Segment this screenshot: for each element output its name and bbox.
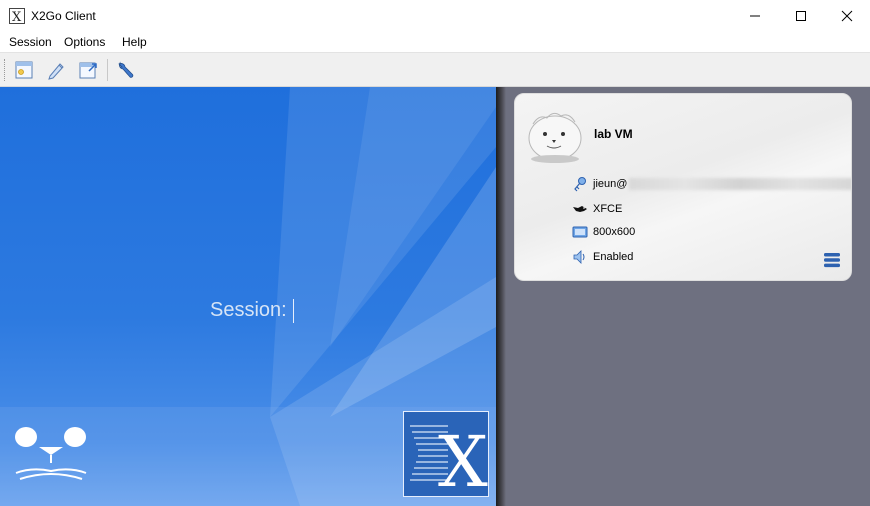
export-session-button[interactable] xyxy=(76,58,100,82)
session-prompt-label: Session: xyxy=(210,299,287,321)
session-user-prefix: jieun@ xyxy=(593,177,628,190)
svg-text:X: X xyxy=(12,10,22,23)
new-session-icon xyxy=(15,61,33,79)
toolbar-separator xyxy=(107,59,108,81)
session-name: lab VM xyxy=(594,127,633,141)
session-menu-icon[interactable] xyxy=(823,251,841,269)
x2go-logo: X xyxy=(403,411,489,503)
display-icon xyxy=(572,224,588,240)
session-sound-row: Enabled xyxy=(572,249,633,265)
session-desktop: XFCE xyxy=(593,203,623,215)
session-resolution: 800x600 xyxy=(593,226,636,238)
speaker-icon xyxy=(572,249,588,265)
pane-divider[interactable] xyxy=(496,87,506,506)
redacted-host xyxy=(629,178,851,191)
menu-options[interactable]: Options xyxy=(64,35,105,49)
session-card[interactable]: lab VM jieun@ XFCE 800x600 Enabled xyxy=(514,93,852,281)
menu-help[interactable]: Help xyxy=(122,35,147,49)
x2go-x-icon: X xyxy=(410,421,488,503)
export-session-icon xyxy=(79,62,97,79)
session-desktop-row: XFCE xyxy=(572,201,622,217)
maximize-button[interactable] xyxy=(778,0,824,32)
minimize-button[interactable] xyxy=(732,0,778,32)
settings-button[interactable] xyxy=(113,58,137,82)
session-sound: Enabled xyxy=(593,251,634,263)
xfce-mouse-icon xyxy=(572,201,588,217)
session-name-input[interactable] xyxy=(292,297,412,325)
edit-session-icon xyxy=(48,63,64,80)
x2go-app-icon: X xyxy=(9,8,25,25)
minimize-icon xyxy=(750,15,760,17)
toolbar xyxy=(0,52,870,87)
toolbar-grip[interactable] xyxy=(4,59,7,81)
settings-icon xyxy=(118,61,134,78)
session-user-row: jieun@ xyxy=(572,176,851,192)
close-button[interactable] xyxy=(824,0,870,32)
text-caret xyxy=(293,299,294,323)
session-resolution-row: 800x600 xyxy=(572,224,635,240)
maximize-icon xyxy=(796,11,806,21)
login-pane: Session: X xyxy=(0,87,496,506)
new-session-button[interactable] xyxy=(12,58,36,82)
edit-session-button[interactable] xyxy=(44,58,68,82)
menu-bar: Session Options Help xyxy=(0,32,870,52)
svg-text:X: X xyxy=(438,421,488,496)
seal-logo-icon xyxy=(15,427,87,480)
session-user: jieun@ xyxy=(593,177,851,191)
menu-session[interactable]: Session xyxy=(9,35,52,49)
close-icon xyxy=(841,10,853,22)
key-icon xyxy=(572,176,588,192)
window-title: X2Go Client xyxy=(31,9,96,23)
title-bar: X X2Go Client xyxy=(0,0,870,32)
seal-avatar-icon xyxy=(528,112,582,163)
